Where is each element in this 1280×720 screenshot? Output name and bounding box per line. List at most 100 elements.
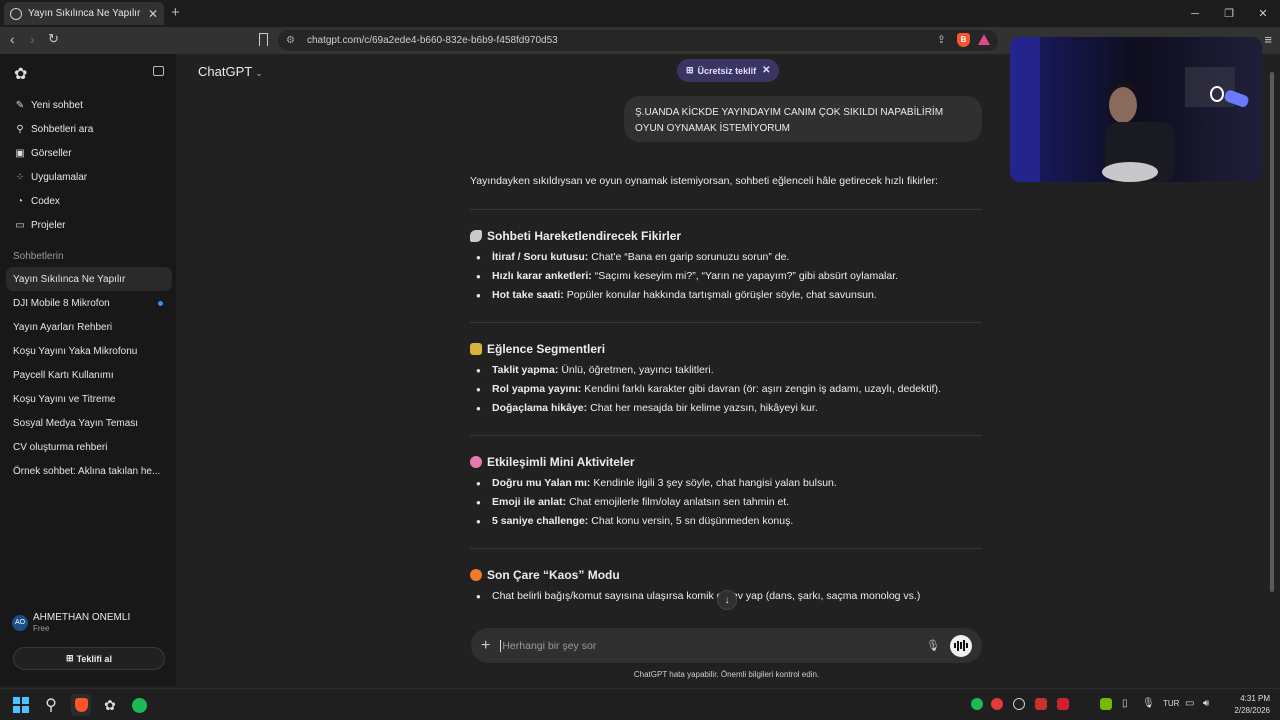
browser-tab-bar: Yayın Sıkılınca Ne Yapılır ✕ + ─ ❐ ✕: [0, 0, 1280, 27]
chatgpt-favicon-icon: [10, 7, 22, 20]
list-item-text: “Saçımı keseyim mi?”, “Yarın ne yapayım?…: [594, 270, 899, 282]
language-indicator[interactable]: TUR: [1163, 699, 1179, 708]
codex-icon: ◔: [16, 195, 24, 207]
brave-browser-icon[interactable]: [71, 694, 91, 716]
chat-history-item[interactable]: CV oluşturma rehberi: [6, 435, 172, 459]
tab-close-icon[interactable]: ✕: [148, 7, 158, 21]
list-item: ● Doğaçlama hikâye: Chat her mesajda bir k…: [470, 399, 982, 418]
chat-history-item[interactable]: Örnek sohbet: Aklına takılan he...: [6, 459, 172, 483]
sidebar-item-label: Görseller: [31, 147, 72, 159]
search-icon[interactable]: ⚲: [42, 696, 60, 714]
list-item-text: Kendinle ilgili 3 şey söyle, chat hangis…: [593, 477, 837, 489]
edit-icon: ✎: [15, 99, 25, 111]
fire-emoji-icon: [470, 569, 482, 581]
discord-tray-icon[interactable]: [1078, 698, 1090, 710]
list-item-text: Chat her mesajda bir kelime yazsın, hikâ…: [590, 402, 818, 414]
add-attachment-icon[interactable]: +: [481, 637, 490, 655]
chat-history-item[interactable]: Yayın Sıkılınca Ne Yapılır: [6, 267, 172, 291]
site-settings-icon[interactable]: ⚙: [286, 35, 295, 46]
clock-date: 2/28/2026: [1234, 706, 1270, 715]
maximize-icon[interactable]: ❐: [1212, 0, 1246, 27]
sidebar-item-search-chats[interactable]: ⚲ Sohbetleri ara: [8, 117, 168, 141]
brave-shields-icon[interactable]: B: [957, 33, 970, 47]
list-item-bold: Rol yapma yayını:: [492, 383, 582, 395]
browser-menu-icon[interactable]: ≡: [1264, 32, 1272, 47]
list-item-bold: İtiraf / Soru kutusu:: [492, 251, 589, 263]
sidebar-item-apps[interactable]: ⁘ Uygulamalar: [8, 165, 168, 189]
reload-icon[interactable]: ↻: [48, 31, 59, 47]
section-heading: Eğlence Segmentleri: [470, 342, 982, 356]
webcam-overlay: [1010, 37, 1262, 182]
list-item-text: Chat emojilerle film/olay anlatsın sen t…: [569, 496, 790, 508]
chat-history-item[interactable]: Yayın Ayarları Rehberi: [6, 315, 172, 339]
list-item-bold: Doğaçlama hikâye:: [492, 402, 588, 414]
share-icon[interactable]: ⇪: [937, 33, 946, 46]
model-selector[interactable]: ChatGPT ⌄: [198, 64, 263, 79]
new-tab-button[interactable]: +: [171, 4, 180, 21]
page-scrollbar[interactable]: [1268, 54, 1276, 686]
list-item-bold: Hızlı karar anketleri:: [492, 270, 592, 282]
divider: [470, 548, 982, 549]
prompt-input[interactable]: [500, 639, 927, 652]
brave-rewards-icon[interactable]: [978, 34, 990, 45]
list-item-bold: Hot take saati:: [492, 289, 564, 301]
user-profile[interactable]: AO AHMETHAN ONEMLI Free: [12, 612, 130, 633]
microphone-tray-icon[interactable]: 🎙︎: [1142, 698, 1155, 709]
forward-icon[interactable]: ›: [30, 31, 35, 47]
chevron-down-icon: ⌄: [255, 68, 263, 78]
minimize-icon[interactable]: ─: [1178, 0, 1212, 27]
list-item: ● Hızlı karar anketleri: “Saçımı keseyim m…: [470, 267, 982, 286]
upgrade-button[interactable]: ⊞ Teklifi al: [13, 647, 165, 670]
clock-time: 4:31 PM: [1240, 694, 1270, 703]
list-item-bold: Taklit yapma:: [492, 364, 559, 376]
list-item: ● Emoji ile anlat: Chat emojilerle film/ol…: [470, 493, 982, 512]
user-message-bubble: Ş.UANDA KİCKDE YAYINDAYIM CANIM ÇOK SIKI…: [624, 96, 982, 142]
window-close-icon[interactable]: ✕: [1246, 0, 1280, 27]
upgrade-label: Teklifi al: [76, 653, 112, 664]
list-item-text: Chat'e “Bana en garip sorunuzu sorun” de…: [591, 251, 790, 263]
scroll-down-button[interactable]: ↓: [717, 590, 737, 610]
browser-tab[interactable]: Yayın Sıkılınca Ne Yapılır ✕: [4, 2, 164, 25]
chat-history-item[interactable]: Koşu Yayını Yaka Mikrofonu: [6, 339, 172, 363]
network-icon[interactable]: ▭: [1185, 698, 1194, 709]
close-icon[interactable]: ✕: [762, 65, 770, 76]
system-clock[interactable]: 4:31 PM 2/28/2026: [1226, 693, 1270, 717]
spotify-icon[interactable]: [130, 696, 148, 714]
tray-app-icon[interactable]: [1057, 698, 1069, 710]
chat-history-item[interactable]: Sosyal Medya Yayın Teması: [6, 411, 172, 435]
back-icon[interactable]: ‹: [10, 31, 15, 47]
brain-emoji-icon: [470, 456, 482, 468]
chat-history-item[interactable]: DJI Mobile 8 Mikrofon: [6, 291, 172, 315]
sidebar-item-new-chat[interactable]: ✎ Yeni sohbet: [8, 93, 168, 117]
list-item-text: Popüler konular hakkında tartışmalı görü…: [566, 289, 877, 301]
free-offer-badge[interactable]: ⊞ Ücretsiz teklif ✕: [677, 59, 780, 82]
volume-icon[interactable]: 🔊︎: [1203, 698, 1209, 709]
bookmark-icon[interactable]: [259, 33, 268, 46]
voice-mode-button[interactable]: [950, 634, 972, 657]
nvidia-tray-icon[interactable]: [1100, 698, 1112, 710]
list-item: ● Rol yapma yayını: Kendini farklı karakte…: [470, 380, 982, 399]
tray-app-icon[interactable]: [1035, 698, 1047, 710]
section-heading: Son Çare “Kaos” Modu: [470, 568, 982, 582]
sidebar-item-projects[interactable]: ▭ Projeler: [8, 213, 168, 237]
microphone-icon[interactable]: 🎙︎: [926, 639, 940, 652]
chat-history-item[interactable]: Paycell Kartı Kullanımı: [6, 363, 172, 387]
sidebar-item-codex[interactable]: ◔ Codex: [8, 189, 168, 213]
url-bar[interactable]: ⚙ chatgpt.com/c/69a2ede4-b660-832e-b6b9-…: [278, 30, 998, 51]
windows-start-icon[interactable]: [12, 696, 30, 714]
chat-history-item[interactable]: Koşu Yayını ve Titreme: [6, 387, 172, 411]
chat-history-label: DJI Mobile 8 Mikrofon: [13, 297, 110, 309]
tray-app-icon[interactable]: [1013, 698, 1025, 710]
tray-app-icon[interactable]: [991, 698, 1003, 710]
image-icon: ▣: [15, 147, 25, 159]
scrollbar-thumb[interactable]: [1270, 72, 1274, 592]
openai-logo-icon[interactable]: ✿: [14, 64, 27, 84]
avatar: AO: [12, 614, 28, 631]
section-title: Etkileşimli Mini Aktiviteler: [487, 455, 635, 469]
spotify-tray-icon[interactable]: [971, 698, 983, 710]
sidebar: ✿ ✎ Yeni sohbet ⚲ Sohbetleri ara ▣ Görselle…: [0, 54, 176, 686]
chatgpt-app-icon[interactable]: ✿: [101, 696, 119, 714]
sidebar-item-images[interactable]: ▣ Görseller: [8, 141, 168, 165]
usb-tray-icon[interactable]: ▯: [1122, 698, 1128, 709]
sidebar-toggle-icon[interactable]: [153, 66, 164, 76]
